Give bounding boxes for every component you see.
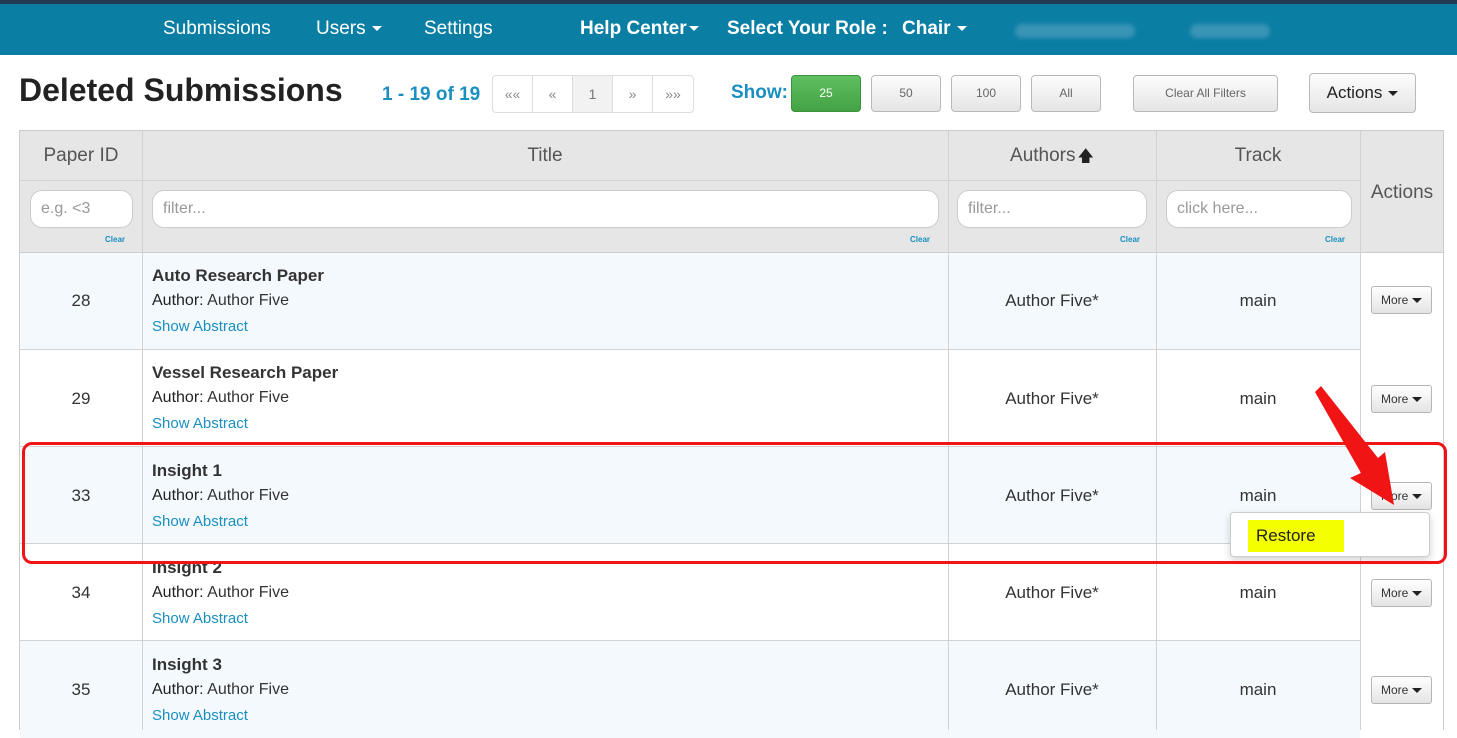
column-divider bbox=[1156, 131, 1157, 730]
nav-users[interactable]: Users bbox=[316, 18, 382, 40]
nav-submissions[interactable]: Submissions bbox=[163, 18, 271, 40]
show-25-button[interactable]: 25 bbox=[791, 75, 861, 112]
chevron-down-icon bbox=[1412, 397, 1423, 403]
author-prefix: Author: bbox=[152, 681, 204, 698]
page-first-button[interactable]: «« bbox=[493, 76, 533, 112]
row-divider bbox=[20, 349, 1360, 350]
more-button[interactable]: More bbox=[1371, 676, 1432, 704]
annotation-highlight-box bbox=[22, 442, 1447, 564]
nav-users-label: Users bbox=[316, 18, 366, 39]
more-button[interactable]: More bbox=[1371, 286, 1432, 314]
blurred-user-menu bbox=[1190, 24, 1270, 38]
author-name: Author Five bbox=[207, 292, 289, 309]
more-button-label: More bbox=[1381, 293, 1409, 307]
paper-id-cell: 35 bbox=[71, 680, 91, 699]
paper-id-cell: 29 bbox=[71, 389, 91, 408]
header-authors-label: Authors bbox=[1010, 145, 1076, 166]
author-name: Author Five bbox=[207, 681, 289, 698]
chevron-down-icon bbox=[1412, 591, 1423, 597]
page-number-button[interactable]: 1 bbox=[573, 76, 613, 112]
paper-author-line: Author: Author Five bbox=[152, 292, 289, 310]
page-title: Deleted Submissions bbox=[19, 72, 343, 108]
header-paper-id[interactable]: Paper ID bbox=[20, 145, 142, 167]
row-divider bbox=[20, 640, 1360, 641]
chevron-down-icon bbox=[1412, 688, 1423, 694]
more-button[interactable]: More bbox=[1371, 579, 1432, 607]
pagination: «« « 1 » »» bbox=[492, 75, 694, 113]
role-value: Chair bbox=[902, 18, 951, 39]
header-actions: Actions bbox=[1370, 182, 1434, 203]
role-selector[interactable]: Chair bbox=[902, 18, 967, 40]
column-divider bbox=[142, 131, 143, 730]
header-authors[interactable]: Authors 🡅 bbox=[948, 145, 1156, 172]
more-button[interactable]: More bbox=[1371, 385, 1432, 413]
show-all-button[interactable]: All bbox=[1031, 75, 1101, 112]
more-button-label: More bbox=[1381, 392, 1409, 406]
nav-settings[interactable]: Settings bbox=[424, 18, 493, 40]
authors-cell: Author Five* bbox=[1005, 389, 1099, 408]
clear-paper-id-filter[interactable]: Clear bbox=[105, 235, 125, 244]
header-title[interactable]: Title bbox=[142, 145, 948, 167]
author-prefix: Author: bbox=[152, 584, 204, 601]
role-label: Select Your Role : bbox=[727, 18, 888, 39]
nav-help-center-label: Help Center bbox=[580, 18, 687, 39]
paper-title: Insight 3 bbox=[152, 655, 222, 674]
submissions-table: Paper ID Title Authors 🡅 Track Actions e.… bbox=[19, 130, 1444, 738]
top-navbar: Submissions Users Settings Help Center S… bbox=[0, 0, 1457, 55]
column-divider bbox=[1360, 131, 1361, 730]
chevron-down-icon bbox=[1388, 91, 1399, 97]
header-track[interactable]: Track bbox=[1156, 145, 1360, 167]
authors-filter-input[interactable]: filter... bbox=[957, 190, 1147, 228]
track-cell: main bbox=[1239, 389, 1277, 408]
clear-track-filter[interactable]: Clear bbox=[1325, 235, 1345, 244]
authors-cell: Author Five* bbox=[1005, 291, 1099, 310]
sort-ascending-icon: 🡅 bbox=[1077, 148, 1094, 165]
actions-button[interactable]: Actions bbox=[1309, 73, 1416, 113]
track-filter-input[interactable]: click here... bbox=[1166, 190, 1352, 228]
column-divider bbox=[948, 131, 949, 730]
author-prefix: Author: bbox=[152, 292, 204, 309]
header-divider bbox=[20, 180, 1360, 181]
paper-title: Auto Research Paper bbox=[152, 266, 324, 285]
clear-title-filter[interactable]: Clear bbox=[910, 235, 930, 244]
author-name: Author Five bbox=[207, 584, 289, 601]
paper-id-cell: 28 bbox=[71, 291, 91, 310]
paper-author-line: Author: Author Five bbox=[152, 389, 289, 407]
nav-help-center[interactable]: Help Center bbox=[580, 18, 699, 40]
paper-title: Vessel Research Paper bbox=[152, 363, 339, 382]
result-range: 1 - 19 of 19 bbox=[382, 84, 481, 105]
track-cell: main bbox=[1239, 680, 1277, 699]
track-cell: main bbox=[1239, 583, 1277, 602]
paper-id-cell: 34 bbox=[71, 583, 91, 602]
page-prev-button[interactable]: « bbox=[533, 76, 573, 112]
paper-author-line: Author: Author Five bbox=[152, 681, 289, 699]
show-50-button[interactable]: 50 bbox=[871, 75, 941, 112]
chevron-down-icon bbox=[1412, 298, 1423, 304]
paper-author-line: Author: Author Five bbox=[152, 584, 289, 602]
chevron-down-icon bbox=[956, 26, 967, 32]
track-cell: main bbox=[1239, 291, 1277, 310]
more-button-label: More bbox=[1381, 586, 1409, 600]
title-filter-input[interactable]: filter... bbox=[152, 190, 939, 228]
blurred-user-info bbox=[1015, 24, 1135, 38]
clear-authors-filter[interactable]: Clear bbox=[1120, 235, 1140, 244]
page-last-button[interactable]: »» bbox=[653, 76, 693, 112]
clear-all-filters-button[interactable]: Clear All Filters bbox=[1133, 75, 1278, 112]
chevron-down-icon bbox=[688, 26, 699, 32]
authors-cell: Author Five* bbox=[1005, 680, 1099, 699]
show-label: Show: bbox=[731, 82, 788, 103]
more-button-label: More bbox=[1381, 683, 1409, 697]
authors-cell: Author Five* bbox=[1005, 583, 1099, 602]
paper-id-filter-input[interactable]: e.g. <3 bbox=[30, 190, 133, 228]
page-next-button[interactable]: » bbox=[613, 76, 653, 112]
show-100-button[interactable]: 100 bbox=[951, 75, 1021, 112]
show-abstract-link[interactable]: Show Abstract bbox=[152, 610, 248, 627]
actions-button-label: Actions bbox=[1326, 83, 1383, 102]
show-abstract-link[interactable]: Show Abstract bbox=[152, 707, 248, 724]
author-prefix: Author: bbox=[152, 389, 204, 406]
chevron-down-icon bbox=[371, 26, 382, 32]
author-name: Author Five bbox=[207, 389, 289, 406]
show-abstract-link[interactable]: Show Abstract bbox=[152, 318, 248, 335]
show-abstract-link[interactable]: Show Abstract bbox=[152, 415, 248, 432]
